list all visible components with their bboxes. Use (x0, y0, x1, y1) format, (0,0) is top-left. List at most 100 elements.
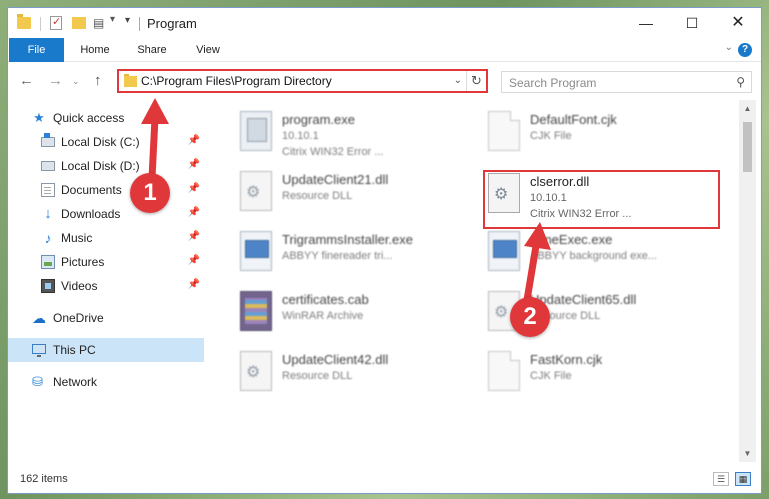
recent-locations-icon[interactable]: ⌄ (72, 76, 80, 87)
sidebar-item-onedrive[interactable]: ☁ OneDrive (8, 306, 204, 330)
videos-icon (41, 279, 55, 293)
file-item[interactable]: FastKorn.cjk CJK File (482, 346, 722, 404)
file-name: UpdateClient42.dll (282, 352, 389, 367)
file-description: ABBYY background exe... (530, 250, 657, 262)
maximize-button[interactable]: ☐ (669, 8, 715, 38)
sidebar-item-local-disk-c[interactable]: Local Disk (C:) 📌 (8, 130, 204, 154)
file-name: certificates.cab (282, 292, 369, 307)
file-type: CJK File (530, 130, 572, 142)
scroll-up-icon[interactable]: ▲ (739, 100, 756, 117)
new-folder-icon[interactable] (72, 17, 86, 29)
pin-icon[interactable]: 📌 (188, 255, 200, 266)
sidebar-item-quick-access[interactable]: ★ Quick access (8, 106, 204, 130)
tab-home[interactable]: Home (70, 38, 120, 62)
ribbon: File Home Share View ⌄ ? (8, 38, 761, 62)
tab-share[interactable]: Share (128, 38, 176, 62)
close-button[interactable]: ✕ (715, 8, 761, 38)
file-name: UpdateClient21.dll (282, 172, 389, 187)
details-view-icon[interactable]: ☰ (713, 472, 729, 486)
address-dropdown-icon[interactable]: ⌄ (454, 75, 462, 86)
sidebar-item-label: Local Disk (D:) (61, 159, 140, 173)
pin-icon[interactable]: 📌 (188, 159, 200, 170)
file-item[interactable]: TrigrammsInstaller.exe ABBYY finereader … (234, 226, 474, 284)
customize-toolbar-icon[interactable]: ▾ (125, 15, 130, 26)
expand-ribbon-icon[interactable]: ⌄ (725, 42, 733, 53)
sidebar-item-label: Local Disk (C:) (61, 135, 140, 149)
refresh-button[interactable]: ↻ (466, 71, 486, 91)
window-title: Program (147, 16, 197, 31)
file-name: ...meExec.exe (530, 232, 613, 247)
tab-file[interactable]: File (9, 38, 64, 62)
sidebar-item-label: Videos (61, 279, 98, 293)
disk-icon (41, 161, 55, 171)
pc-icon (32, 344, 46, 357)
up-button[interactable]: ↑ (94, 72, 102, 89)
file-name: DefaultFont.cjk (530, 112, 617, 127)
scroll-thumb[interactable] (743, 122, 752, 172)
sidebar-item-label: Quick access (53, 111, 125, 125)
file-item[interactable]: ...meExec.exe ABBYY background exe... (482, 226, 722, 284)
star-icon: ★ (33, 110, 45, 125)
file-item[interactable]: certificates.cab WinRAR Archive (234, 286, 474, 344)
scroll-down-icon[interactable]: ▼ (739, 445, 756, 462)
search-input[interactable]: Search Program ⚲ (501, 71, 752, 93)
tiles-view-icon[interactable]: ▦ (735, 472, 751, 486)
sidebar-item-network[interactable]: ⛁ Network (8, 370, 204, 394)
view-options-dropdown-icon[interactable]: ▾ (110, 14, 115, 25)
sidebar-item-this-pc[interactable]: This PC (8, 338, 204, 362)
view-options-icon[interactable]: ▤ (93, 16, 107, 30)
highlight-box (483, 170, 720, 229)
navigation-pane: ★ Quick access Local Disk (C:) 📌 Local D… (8, 100, 204, 460)
vertical-scrollbar[interactable]: ▲ ▼ (739, 100, 756, 462)
help-icon[interactable]: ? (738, 43, 752, 57)
forward-button[interactable]: → (48, 72, 63, 89)
pin-icon[interactable]: 📌 (188, 135, 200, 146)
file-item[interactable]: program.exe 10.10.1 Citrix WIN32 Error .… (234, 106, 474, 164)
tab-view[interactable]: View (186, 38, 230, 62)
file-description: ABBYY finereader tri... (282, 250, 393, 262)
pin-icon[interactable]: 📌 (188, 207, 200, 218)
cloud-icon: ☁ (32, 310, 46, 326)
file-name: TrigrammsInstaller.exe (282, 232, 413, 247)
status-bar: 162 items ☰ ▦ (8, 464, 761, 493)
properties-icon[interactable] (50, 15, 62, 30)
dll-file-icon (240, 171, 272, 211)
sidebar-item-music[interactable]: ♪ Music 📌 (8, 226, 204, 250)
divider (139, 17, 140, 31)
sidebar-item-label: Pictures (61, 255, 105, 269)
navigation-bar: ← → ⌄ ↑ C:\Program Files\Program Directo… (8, 64, 761, 98)
callout-step-2: 2 (510, 297, 550, 337)
music-icon: ♪ (44, 230, 52, 246)
pin-icon[interactable]: 📌 (188, 279, 200, 290)
pin-icon[interactable]: 📌 (188, 183, 200, 194)
sidebar-item-downloads[interactable]: ↓ Downloads 📌 (8, 202, 204, 226)
disk-icon (41, 133, 55, 147)
sidebar-item-label: Downloads (61, 207, 121, 221)
sidebar-item-local-disk-d[interactable]: Local Disk (D:) 📌 (8, 154, 204, 178)
search-icon: ⚲ (736, 75, 745, 89)
sidebar-item-pictures[interactable]: Pictures 📌 (8, 250, 204, 274)
sidebar-item-documents[interactable]: Documents 📌 (8, 178, 204, 202)
file-name: program.exe (282, 112, 355, 127)
sidebar-item-videos[interactable]: Videos 📌 (8, 274, 204, 298)
minimize-button[interactable]: — (623, 8, 669, 38)
pin-icon[interactable]: 📌 (188, 231, 200, 242)
file-type: CJK File (530, 370, 572, 382)
exe-file-icon (488, 231, 520, 271)
exe-file-icon (240, 111, 272, 151)
callout-step-1: 1 (130, 173, 170, 213)
address-path[interactable]: C:\Program Files\Program Directory (141, 74, 332, 88)
network-icon: ⛁ (32, 374, 43, 389)
file-item[interactable]: UpdateClient21.dll Resource DLL (234, 166, 474, 224)
file-type: Resource DLL (282, 370, 353, 382)
exe-file-icon (240, 231, 272, 271)
sidebar-item-label: Documents (61, 183, 122, 197)
file-item[interactable]: UpdateClient42.dll Resource DLL (234, 346, 474, 404)
back-button[interactable]: ← (19, 72, 34, 89)
sidebar-item-label: OneDrive (53, 311, 104, 325)
file-description: Citrix WIN32 Error ... (282, 146, 384, 158)
file-item[interactable]: DefaultFont.cjk CJK File (482, 106, 722, 164)
documents-icon (41, 183, 55, 197)
address-bar[interactable]: C:\Program Files\Program Directory ⌄ ↻ (117, 69, 488, 93)
title-bar: ▤ ▾ ▾ Program — ☐ ✕ (8, 8, 761, 38)
